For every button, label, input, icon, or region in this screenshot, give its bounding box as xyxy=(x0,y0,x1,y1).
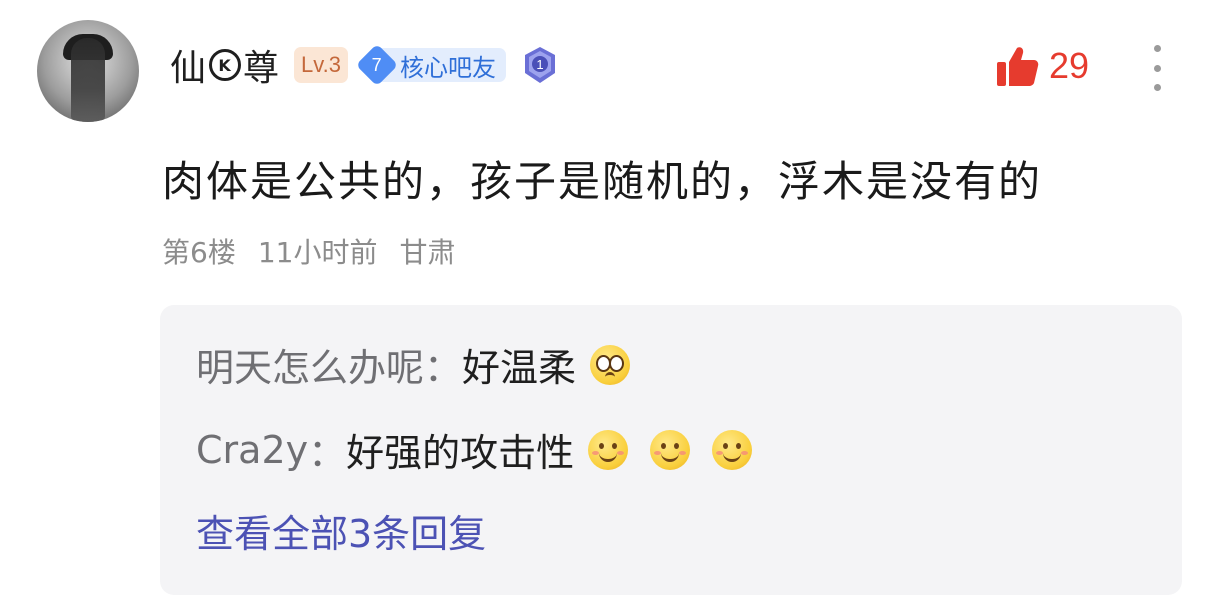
post-location: 甘肃 xyxy=(399,236,456,269)
reply-separator: ： xyxy=(424,346,463,390)
avatar-figure xyxy=(71,38,105,122)
comment-header: 仙 K 尊 Lv.3 7 核心吧友 1 xyxy=(170,40,560,90)
thumbs-up-icon xyxy=(997,47,1039,86)
more-options-icon[interactable] xyxy=(1150,45,1164,91)
smile-face-icon xyxy=(588,429,629,470)
reply-text: 好温柔 xyxy=(462,346,577,390)
reply-author[interactable]: Cra2y xyxy=(196,428,308,472)
fan-badge-label: 核心吧友 xyxy=(379,48,506,82)
comment-text: 肉体是公共的，孩子是随机的，浮木是没有的 xyxy=(162,157,1043,206)
reply-item[interactable]: 明天怎么办呢 ： 好温柔 xyxy=(196,337,631,392)
reply-item[interactable]: Cra2y ： 好强的攻击性 xyxy=(196,422,753,477)
post-time: 11小时前 xyxy=(257,236,378,269)
replies-panel[interactable]: 明天怎么办呢 ： 好温柔 Cra2y ： 好强的攻击性 查看全部3条回复 xyxy=(160,305,1182,595)
username[interactable]: 仙 K 尊 xyxy=(170,39,280,91)
username-part-1: 仙 xyxy=(170,48,208,89)
reply-separator: ： xyxy=(308,431,347,475)
medal-icon[interactable]: 1 xyxy=(520,45,560,85)
fan-level-number: 7 xyxy=(371,54,382,75)
smile-face-icon xyxy=(712,429,753,470)
smile-face-icon xyxy=(650,429,691,470)
reply-author[interactable]: 明天怎么办呢 xyxy=(196,337,424,392)
medal-number: 1 xyxy=(536,57,543,72)
like-count: 29 xyxy=(1049,45,1090,86)
comment-meta: 第6楼 11小时前 甘肃 xyxy=(162,231,455,271)
like-button[interactable]: 29 xyxy=(993,42,1089,90)
sk-logo-icon: K xyxy=(209,49,242,81)
fan-badge[interactable]: 7 核心吧友 xyxy=(355,43,506,87)
reply-text: 好强的攻击性 xyxy=(346,431,575,475)
floor-number: 第6楼 xyxy=(162,236,236,269)
username-part-2: 尊 xyxy=(243,48,281,89)
pleading-face-icon xyxy=(590,344,631,385)
view-all-replies-link[interactable]: 查看全部3条回复 xyxy=(196,503,486,558)
avatar[interactable] xyxy=(37,20,139,122)
level-badge[interactable]: Lv.3 xyxy=(294,47,348,83)
